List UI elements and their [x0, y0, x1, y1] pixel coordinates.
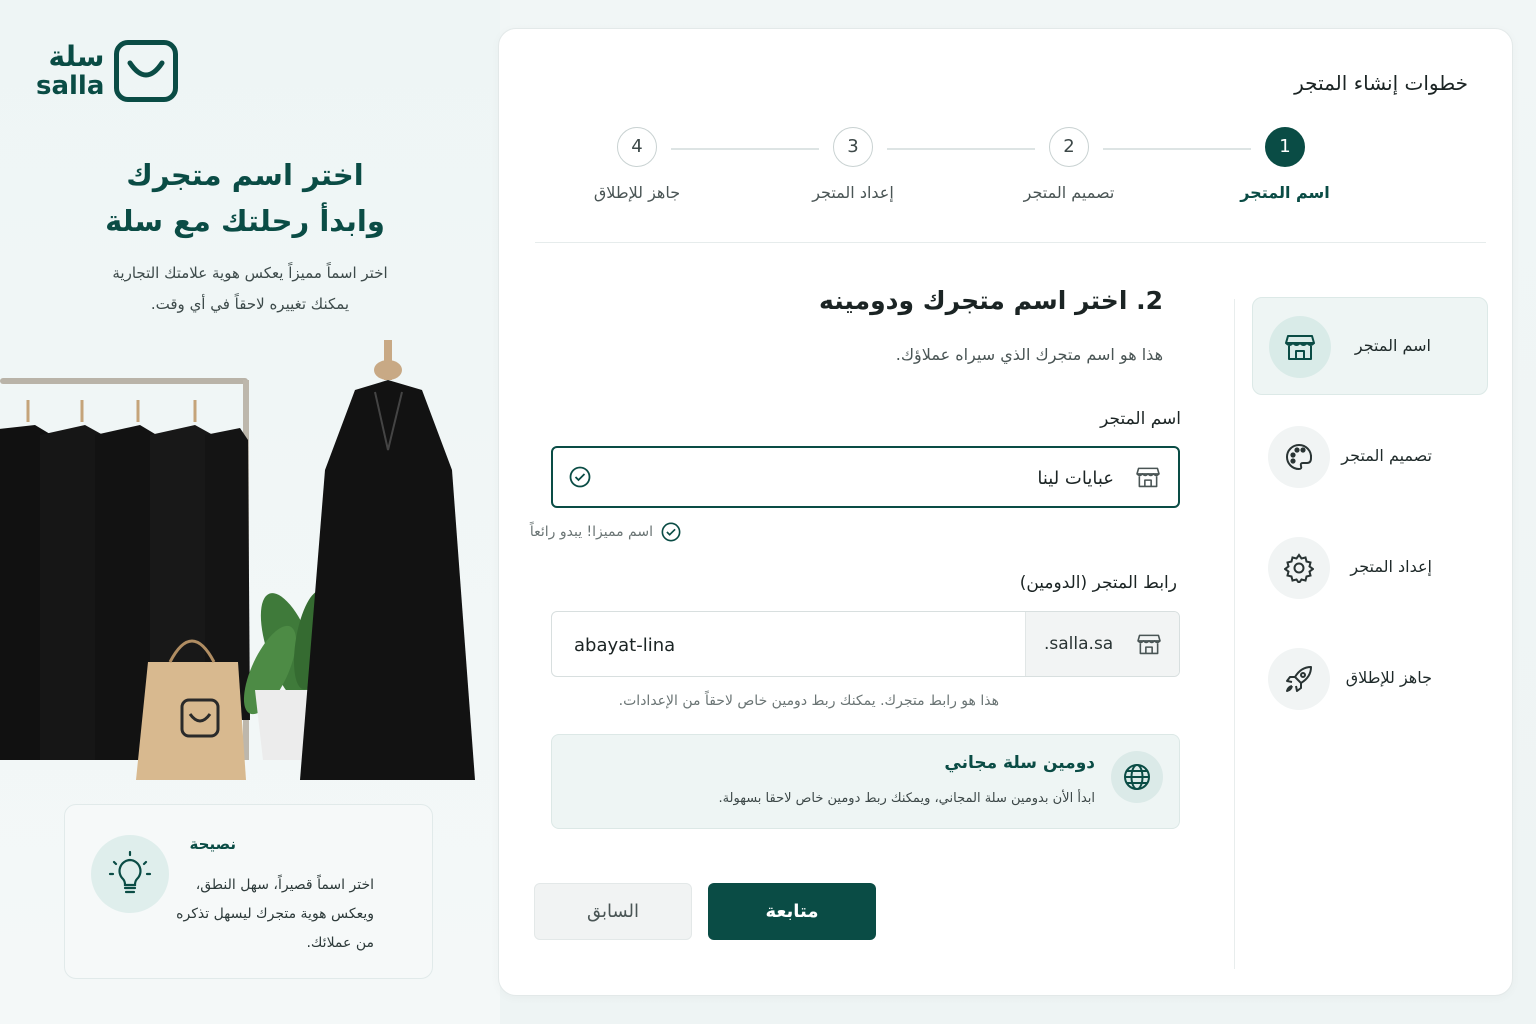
- card-title: خطوات إنشاء المتجر: [1294, 71, 1468, 95]
- step-number: 4: [617, 127, 657, 167]
- store-icon: [1136, 467, 1160, 488]
- step-4[interactable]: 4 جاهز للإطلاق: [567, 127, 707, 202]
- abaya-illustration: [0, 340, 475, 780]
- smile-logo-icon: [114, 40, 179, 102]
- step-label: تصميم المتجر: [1023, 183, 1115, 202]
- side-nav-item-store-setup[interactable]: إعداد المتجر: [1252, 519, 1488, 617]
- check-circle-icon: [661, 522, 681, 542]
- lightbulb-icon: [91, 835, 169, 913]
- stepper: 4 جاهز للإطلاق 3 إعداد المتجر 2 تصميم ال…: [559, 127, 1359, 237]
- step-label: اسم المتجر: [1240, 183, 1330, 202]
- setup-card: خطوات إنشاء المتجر 4 جاهز للإطلاق 3 إعدا…: [498, 28, 1513, 996]
- tip-card: نصيحة اختر اسماً قصيراً، سهل النطق، ويعك…: [64, 804, 433, 979]
- step-number: 1: [1265, 127, 1305, 167]
- side-nav-label: إعداد المتجر: [1350, 557, 1432, 576]
- step-label: إعداد المتجر: [812, 183, 894, 202]
- back-button[interactable]: السابق: [534, 883, 692, 940]
- sidebar-divider: [1234, 299, 1235, 969]
- notice-body: ابدأ الأن بدومين سلة المجاني، ويمكنك ربط…: [718, 791, 1095, 806]
- rocket-icon: [1268, 648, 1330, 710]
- step-number: 2: [1049, 127, 1089, 167]
- header-divider: [535, 242, 1486, 243]
- hero-subtitle: اختر اسماً مميزاً يعكس هوية علامتك التجا…: [112, 264, 388, 313]
- tip-title: نصيحة: [189, 835, 236, 853]
- form-heading: 2. اختر اسم متجرك ودومينه: [819, 286, 1163, 315]
- palette-icon: [1268, 426, 1330, 488]
- side-nav-label: تصميم المتجر: [1341, 446, 1432, 465]
- left-panel: سلة salla اختر اسم متجرك وابدأ رحلتك مع …: [0, 0, 500, 1024]
- step-label: جاهز للإطلاق: [593, 183, 681, 202]
- gear-icon: [1268, 537, 1330, 599]
- check-circle-icon: [569, 466, 591, 488]
- hero-title: اختر اسم متجرك وابدأ رحلتك مع سلة: [105, 158, 385, 238]
- store-icon: [1269, 316, 1331, 378]
- form-description: هذا هو اسم متجرك الذي سيراه عملاؤك.: [895, 345, 1163, 364]
- step-3[interactable]: 3 إعداد المتجر: [783, 127, 923, 202]
- domain-field[interactable]: .salla.sa: [551, 611, 1180, 677]
- globe-icon: [1111, 751, 1163, 803]
- step-1[interactable]: 1 اسم المتجر: [1215, 127, 1355, 202]
- step-2[interactable]: 2 تصميم المتجر: [999, 127, 1139, 202]
- notice-title: دومين سلة مجاني: [944, 753, 1095, 773]
- store-name-input[interactable]: [634, 464, 1114, 492]
- store-icon: [1137, 634, 1161, 655]
- domain-input[interactable]: [574, 630, 994, 660]
- tip-body: اختر اسماً قصيراً، سهل النطق، ويعكس هوية…: [176, 877, 374, 951]
- continue-button[interactable]: متابعة: [708, 883, 876, 940]
- step-number: 3: [833, 127, 873, 167]
- side-nav: اسم المتجر تصميم المتجر إعداد المتجر جاه…: [1252, 297, 1488, 741]
- store-name-validation: اسم مميزا! يبدو رائعاً: [530, 522, 681, 542]
- side-nav-item-store-design[interactable]: تصميم المتجر: [1252, 408, 1488, 506]
- free-domain-notice: دومين سلة مجاني ابدأ الأن بدومين سلة الم…: [551, 734, 1180, 829]
- domain-help-text: هذا هو رابط متجرك. يمكنك ربط دومين خاص ل…: [618, 693, 999, 709]
- store-name-field[interactable]: [551, 446, 1180, 508]
- domain-suffix: .salla.sa: [1025, 612, 1179, 676]
- side-nav-label: اسم المتجر: [1354, 336, 1431, 355]
- side-nav-label: جاهز للإطلاق: [1345, 668, 1432, 687]
- side-nav-item-store-name[interactable]: اسم المتجر: [1252, 297, 1488, 395]
- side-nav-item-ready-to-launch[interactable]: جاهز للإطلاق: [1252, 630, 1488, 728]
- logo-text-en: salla: [36, 71, 105, 101]
- salla-logo: سلة salla: [36, 40, 179, 102]
- store-name-label: اسم المتجر: [1100, 409, 1181, 429]
- logo-text-ar: سلة: [48, 40, 105, 73]
- domain-label: رابط المتجر (الدومين): [1019, 573, 1177, 593]
